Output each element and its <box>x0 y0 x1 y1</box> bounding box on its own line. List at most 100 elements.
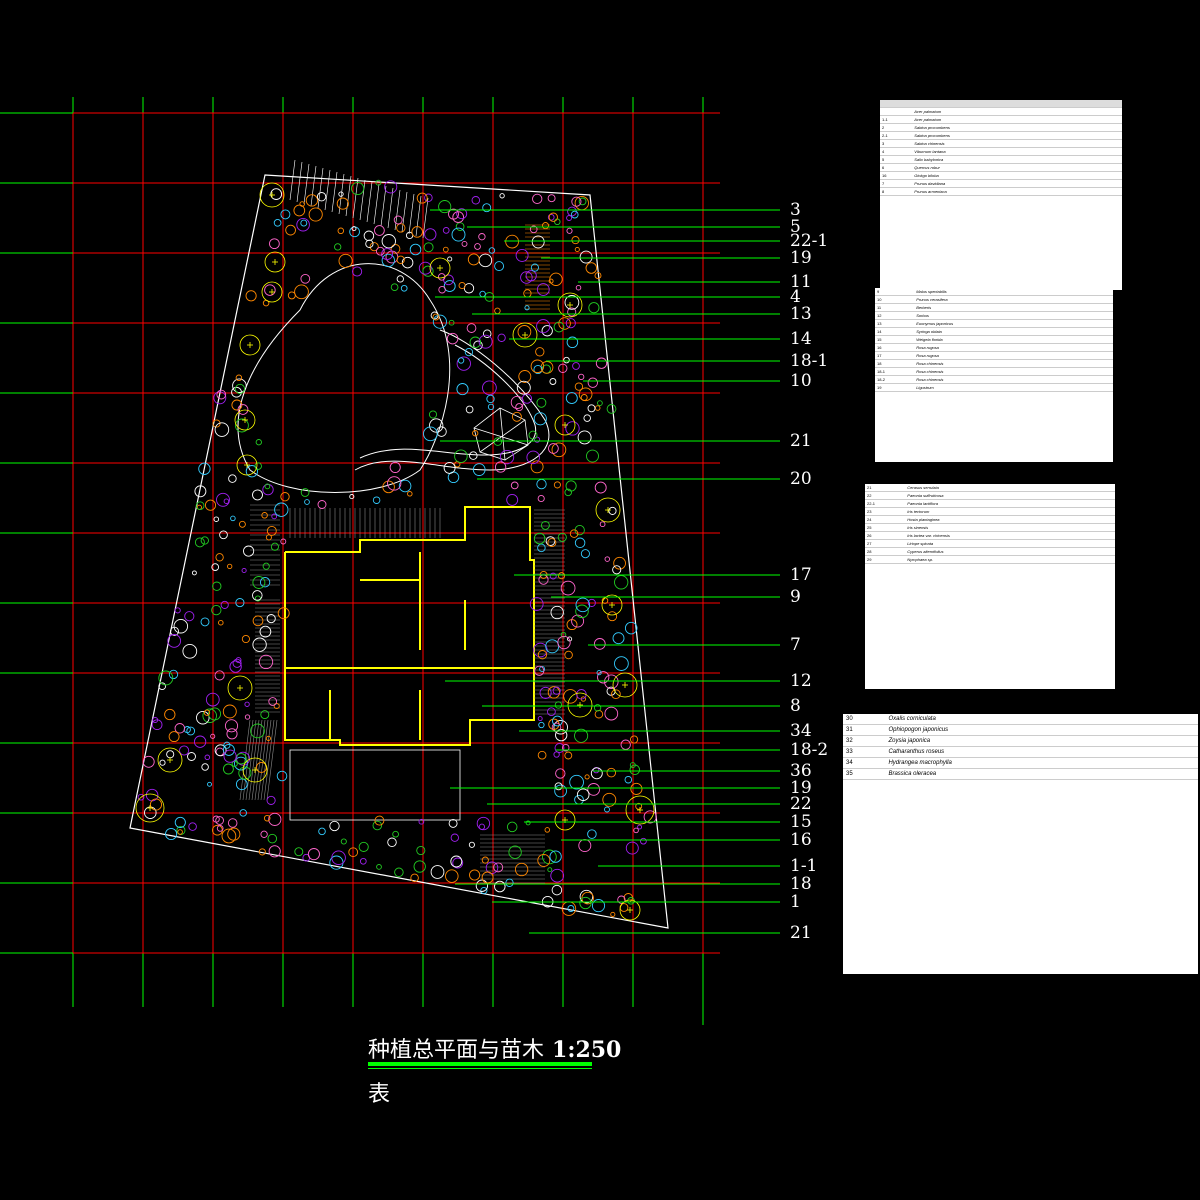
callout-label: 18-2 <box>790 740 829 760</box>
table-cell: Rosa chinensis <box>914 375 1048 384</box>
table-row: 13 Euonymus japonicus <box>875 319 1113 328</box>
table-cell <box>1082 163 1096 172</box>
table-cell <box>1061 547 1075 556</box>
table-cell <box>1086 311 1100 320</box>
table-row: 31 Ophiopogon japonicus <box>843 724 1198 736</box>
table-row: 4 Viburnum lantana <box>880 147 1122 156</box>
table-cell <box>1137 724 1158 736</box>
table-cell <box>1088 539 1102 548</box>
table-row: 16 Ginkgo biloba <box>880 171 1122 180</box>
plant-schedule-sheet-4: 30 Oxalis corniculata 31 Ophiopogon japonic… <box>843 714 1198 974</box>
table-cell <box>1047 335 1061 344</box>
table-cell <box>1074 484 1089 492</box>
callout-label: 18 <box>790 874 812 894</box>
table-cell <box>1073 335 1087 344</box>
table-cell: Weigela florida <box>914 335 1048 344</box>
table-cell <box>1073 311 1087 320</box>
table-cell <box>1061 491 1075 500</box>
table-cell <box>1056 139 1070 148</box>
table-cell <box>1099 335 1113 344</box>
table-cell: Zoysia japonica <box>885 735 1118 747</box>
table-cell <box>1082 171 1096 180</box>
table-cell <box>1082 131 1096 140</box>
table-cell <box>1060 303 1074 312</box>
table-cell <box>1060 375 1074 384</box>
table-cell: Rosa rugosa <box>914 343 1048 352</box>
table-cell <box>1157 735 1178 747</box>
table-cell: Ophiopogon japonicus <box>885 724 1118 736</box>
table-cell <box>1086 351 1100 360</box>
table-cell <box>1177 724 1198 736</box>
table-cell: 33 <box>843 746 886 758</box>
table-cell <box>1060 319 1074 328</box>
table-cell <box>1137 757 1158 769</box>
table-row: 33 Catharanthus roseus <box>843 746 1198 758</box>
table-cell <box>1042 115 1056 124</box>
table-cell <box>1099 383 1113 392</box>
table-cell <box>1074 515 1089 524</box>
table-cell <box>1060 327 1074 336</box>
table-cell <box>1073 375 1087 384</box>
table-cell <box>1082 107 1096 116</box>
table-cell <box>1137 746 1158 758</box>
table-cell <box>1086 343 1100 352</box>
table-row: 2 Sabina procumbens <box>880 123 1122 132</box>
table-cell <box>1086 335 1100 344</box>
table-cell <box>1099 351 1113 360</box>
callout-label: 10 <box>790 371 812 391</box>
table-cell <box>1108 107 1122 116</box>
callout-label: 22 <box>790 794 812 814</box>
table-row: 30 Oxalis corniculata <box>843 714 1198 725</box>
callout-label: 9 <box>790 587 801 607</box>
table-cell <box>1056 123 1070 132</box>
table-cell <box>1042 107 1056 116</box>
table-cell: 14 <box>875 327 915 336</box>
table-cell <box>1086 375 1100 384</box>
table-row: 18 Rosa chinensis <box>875 359 1113 368</box>
table-cell <box>1069 171 1083 180</box>
table-cell: 22 <box>865 491 906 500</box>
table-cell: Brassica oleracea <box>885 768 1118 780</box>
table-row: 15 Weigela florida <box>875 335 1113 344</box>
table-row: 28 Cyperus alternifolius <box>865 547 1115 556</box>
table-cell: Cerasus serrulata <box>905 484 1062 492</box>
table-cell: 24 <box>865 515 906 524</box>
table-row: 2-1 Sabina procumbens <box>880 131 1122 140</box>
table-cell <box>1061 555 1075 564</box>
table-cell <box>1099 359 1113 368</box>
plant-schedule-sheet-1: Acer palmatum 1-1 Acer palmatum 2 Sabina pro… <box>880 100 1122 290</box>
table-cell <box>1157 768 1178 780</box>
table-cell <box>1073 327 1087 336</box>
table-cell: 16 <box>875 343 915 352</box>
table-cell <box>1061 499 1075 508</box>
table-cell: Nymphaea sp. <box>905 555 1062 564</box>
table-cell <box>1095 147 1109 156</box>
table-cell <box>1060 335 1074 344</box>
table-cell <box>1101 531 1115 540</box>
table-cell <box>1047 383 1061 392</box>
table-cell <box>1095 163 1109 172</box>
table-cell <box>1088 515 1102 524</box>
table-cell <box>1086 367 1100 376</box>
table-cell <box>1047 288 1061 296</box>
table-cell <box>1099 311 1113 320</box>
callout-label: 19 <box>790 248 812 268</box>
table-cell <box>1073 319 1087 328</box>
table-cell: Quercus robur <box>912 163 1043 172</box>
table-cell <box>1047 367 1061 376</box>
table-cell: 1-1 <box>880 115 913 124</box>
table-cell: 9 <box>875 288 915 296</box>
table-cell <box>1157 757 1178 769</box>
table-row: 23 Iris tectorum <box>865 507 1115 516</box>
table-cell <box>1108 139 1122 148</box>
callout-label: 21 <box>790 923 812 943</box>
table-cell <box>1117 746 1138 758</box>
table-cell <box>1088 547 1102 556</box>
table-cell <box>1095 179 1109 188</box>
callout-label: 21 <box>790 431 812 451</box>
table-cell <box>1056 179 1070 188</box>
table-cell: Oxalis corniculata <box>885 714 1118 725</box>
table-cell <box>1056 107 1070 116</box>
callout-label: 20 <box>790 469 812 489</box>
table-cell: 4 <box>880 147 913 156</box>
